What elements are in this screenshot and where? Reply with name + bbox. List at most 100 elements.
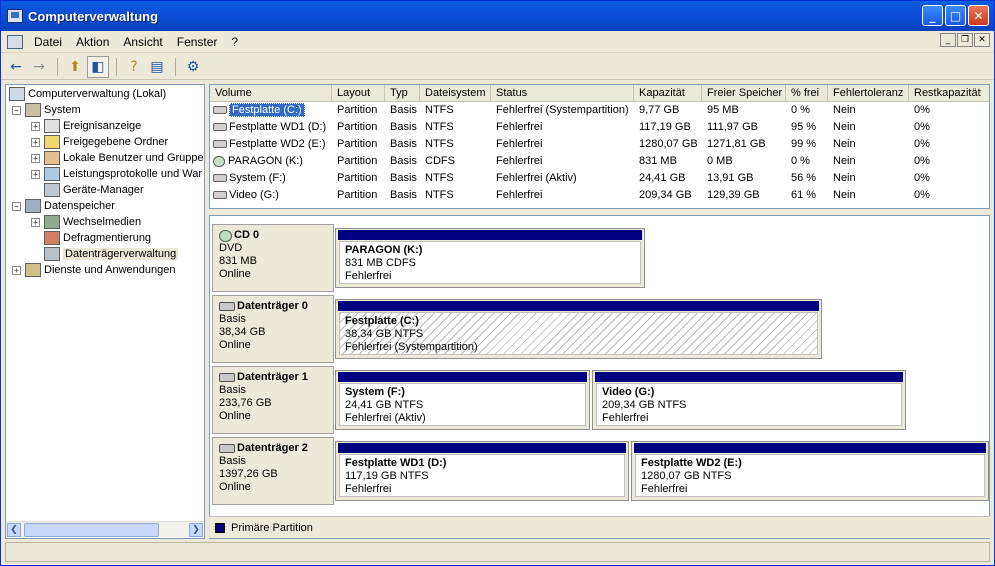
volume-cell: NTFS — [425, 189, 454, 201]
partition-size: 209,34 GB NTFS — [602, 399, 687, 411]
tree-expander[interactable]: + — [12, 265, 21, 275]
volume-cell: 117,19 GB — [639, 121, 691, 133]
column-header[interactable]: Volume — [210, 85, 332, 102]
menu-datei[interactable]: Datei — [27, 35, 69, 49]
legend: Primäre Partition — [209, 516, 990, 538]
partition-size: 1280,07 GB NTFS — [641, 470, 732, 482]
tree-item[interactable]: + Freigegebene Ordner — [31, 134, 168, 150]
tree-item[interactable]: − System — [12, 102, 81, 118]
column-header[interactable]: Status — [491, 85, 634, 102]
computer-management-icon — [7, 9, 23, 23]
column-header[interactable]: Freier Speicher — [702, 85, 786, 102]
volume-row[interactable]: System (F:) Partition Basis NTFS Fehlerfrei … — [210, 170, 989, 187]
tree-expander[interactable]: + — [31, 169, 40, 179]
volume-cell: 1271,81 GB — [707, 138, 766, 150]
partition-block[interactable]: Festplatte (C:) 38,34 GB NTFS Fehlerfrei (… — [335, 299, 822, 359]
disk-label-box[interactable]: Datenträger 1 Basis 233,76 GB Online — [212, 366, 334, 434]
system-menu-icon[interactable] — [7, 34, 23, 49]
disk-label-box[interactable]: CD 0 DVD 831 MB Online — [212, 224, 334, 292]
volume-cell: 831 MB — [639, 155, 677, 167]
volume-row[interactable]: Festplatte (C:) Partition Basis NTFS Fehlerf… — [210, 102, 989, 119]
column-header[interactable]: Kapazität — [634, 85, 702, 102]
tree-horizontal-scrollbar[interactable]: ❮ ❯ — [6, 521, 204, 537]
partition-block[interactable]: System (F:) 24,41 GB NTFS Fehlerfrei (Akti… — [335, 370, 590, 430]
properties-icon[interactable]: ▤ — [146, 56, 168, 78]
tree-expander[interactable]: − — [12, 201, 21, 211]
partition-block[interactable]: Video (G:) 209,34 GB NTFS Fehlerfrei — [592, 370, 906, 430]
volume-row[interactable]: Festplatte WD2 (E:) Partition Basis NTFS Feh… — [210, 136, 989, 153]
tree-item-label: Wechselmedien — [63, 216, 142, 228]
column-header[interactable]: Typ — [385, 85, 420, 102]
volume-list: Volume Layout Typ Dateisystem Status Kapazitä… — [209, 84, 990, 209]
child-minimize-button[interactable]: _ — [940, 33, 956, 47]
tree-item-label: Freigegebene Ordner — [63, 136, 169, 148]
tree-item[interactable]: + Dienste und Anwendungen — [12, 262, 176, 278]
scroll-thumb[interactable] — [24, 523, 159, 537]
tree-expander[interactable]: + — [31, 121, 40, 131]
volume-cell: Basis — [390, 104, 417, 116]
show-tree-icon[interactable]: ◧ — [87, 55, 109, 78]
disk-name: Datenträger 1 — [237, 371, 308, 383]
volume-cell: Partition — [337, 189, 378, 201]
scroll-right-icon[interactable]: ❯ — [189, 523, 203, 537]
volume-row[interactable]: Video (G:) Partition Basis NTFS Fehlerfrei 20… — [210, 187, 989, 204]
hard-disk-icon — [219, 444, 235, 453]
menu-fenster[interactable]: Fenster — [170, 35, 225, 49]
volume-row[interactable]: PARAGON (K:) Partition Basis CDFS Fehlerfrei… — [210, 153, 989, 170]
menu-aktion[interactable]: Aktion — [69, 35, 116, 49]
tree-expander[interactable]: − — [12, 105, 21, 115]
partition-block[interactable]: Festplatte WD2 (E:) 1280,07 GB NTFS Fehler… — [631, 441, 989, 501]
volume-cell: System (F:) — [210, 170, 332, 187]
volume-cell: NTFS — [425, 172, 454, 184]
tree-item[interactable]: Datenträgerverwaltung — [31, 246, 179, 262]
column-header[interactable]: Layout — [332, 85, 385, 102]
tree-expander[interactable]: + — [31, 137, 40, 147]
maximize-button[interactable]: □ — [945, 5, 966, 26]
up-folder-icon[interactable]: ⬆ — [64, 56, 86, 78]
tree-expander[interactable]: + — [31, 153, 40, 163]
volume-cell: Fehlerfrei (Aktiv) — [496, 172, 577, 184]
forward-arrow-icon[interactable]: → — [28, 56, 50, 78]
disk-type: Basis — [219, 384, 246, 396]
volume-cell: 129,39 GB — [707, 189, 760, 201]
close-button[interactable]: ✕ — [968, 5, 989, 26]
disk-state: Online — [219, 339, 251, 351]
scroll-left-icon[interactable]: ❮ — [7, 523, 21, 537]
volume-cell: 24,41 GB — [639, 172, 686, 184]
partition-block[interactable]: PARAGON (K:) 831 MB CDFS Fehlerfrei — [335, 228, 645, 288]
column-header[interactable]: Fehlertoleranz — [828, 85, 909, 102]
disk-label-box[interactable]: Datenträger 0 Basis 38,34 GB Online — [212, 295, 334, 363]
minimize-button[interactable]: _ — [922, 5, 943, 26]
tree-item[interactable]: + Lokale Benutzer und Gruppe — [31, 150, 204, 166]
tree-item-label: System — [44, 104, 81, 116]
menu-ansicht[interactable]: Ansicht — [116, 35, 169, 49]
volume-cell: Nein — [833, 155, 856, 167]
partition-block[interactable]: Festplatte WD1 (D:) 117,19 GB NTFS Fehlerf… — [335, 441, 629, 501]
back-arrow-icon[interactable]: ← — [5, 56, 27, 78]
help-icon[interactable]: ? — [123, 56, 145, 78]
column-header[interactable]: Dateisystem — [420, 85, 491, 102]
disk-management-icon — [44, 247, 60, 261]
tree-expander[interactable]: + — [31, 217, 40, 227]
tree-item[interactable]: − Datenspeicher — [12, 198, 115, 214]
child-restore-button[interactable]: ❐ — [957, 33, 973, 47]
column-header[interactable]: % frei — [786, 85, 828, 102]
column-header[interactable]: Restkapazität — [909, 85, 989, 102]
settings-icon[interactable]: ⚙ — [182, 56, 204, 78]
volume-cell: Partition — [337, 138, 378, 150]
tree-item[interactable]: + Wechselmedien — [31, 214, 141, 230]
tree-item-label: Geräte-Manager — [63, 184, 144, 196]
tree-item[interactable]: + Leistungsprotokolle und War — [31, 166, 202, 182]
child-close-button[interactable]: ✕ — [974, 33, 990, 47]
disk-type: DVD — [219, 242, 243, 254]
tree-item[interactable]: Defragmentierung — [31, 230, 151, 246]
tree-item[interactable]: + Ereignisanzeige — [31, 118, 141, 134]
title-bar[interactable]: Computerverwaltung _ □ ✕ — [1, 1, 994, 31]
tree-item-label: Datenspeicher — [44, 200, 115, 212]
primary-partition-bar — [338, 372, 587, 382]
menu-help[interactable]: ? — [224, 35, 245, 49]
volume-row[interactable]: Festplatte WD1 (D:) Partition Basis NTFS Feh… — [210, 119, 989, 136]
tree-item[interactable]: Geräte-Manager — [31, 182, 144, 198]
tree-item[interactable]: Computerverwaltung (Lokal) — [9, 86, 166, 102]
disk-label-box[interactable]: Datenträger 2 Basis 1397,26 GB Online — [212, 437, 334, 505]
